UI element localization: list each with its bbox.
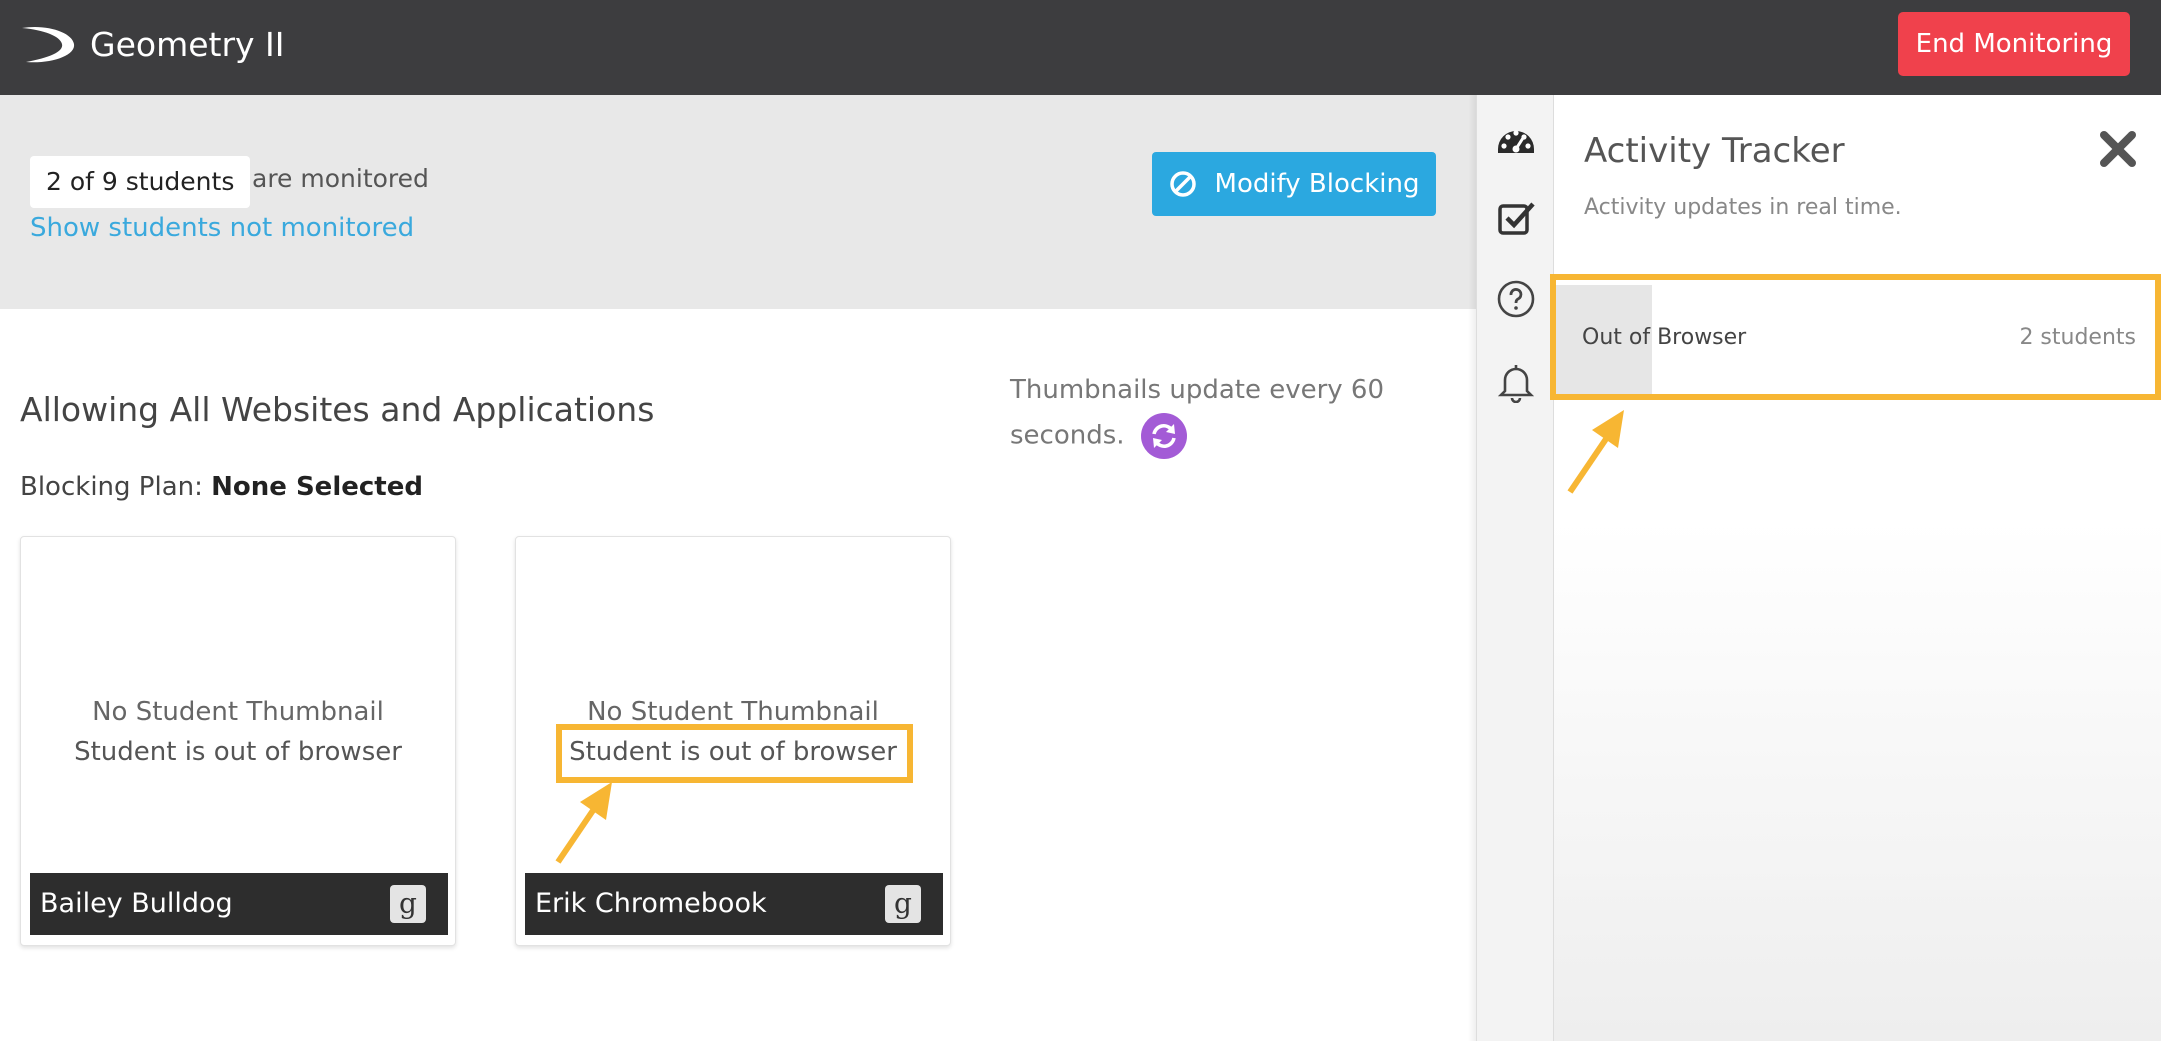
student-card[interactable]: No Student Thumbnail Student is out of b… xyxy=(20,536,456,946)
out-of-browser-text: Student is out of browser xyxy=(74,737,402,767)
modify-blocking-label: Modify Blocking xyxy=(1214,169,1420,199)
panel-title: Activity Tracker xyxy=(1584,131,1845,171)
refresh-icon[interactable] xyxy=(1140,413,1187,459)
thumbnail-placeholder: No Student Thumbnail Student is out of b… xyxy=(21,692,455,772)
close-icon[interactable] xyxy=(2098,129,2138,169)
policy-heading: Allowing All Websites and Applications xyxy=(20,390,655,429)
blocking-plan-line: Blocking Plan: None Selected xyxy=(20,472,423,502)
blocking-plan-value: None Selected xyxy=(211,472,423,502)
top-bar: Geometry II End Monitoring xyxy=(0,0,2161,95)
google-account-icon: g xyxy=(390,885,426,923)
thumbnail-update-text: Thumbnails update every 60 seconds. xyxy=(1010,375,1385,451)
blocking-plan-label: Blocking Plan: xyxy=(20,472,203,502)
highlight-box-panel xyxy=(1550,274,2161,400)
panel-subtitle: Activity updates in real time. xyxy=(1584,195,1902,220)
end-monitoring-button[interactable]: End Monitoring xyxy=(1898,12,2130,76)
logo-swoosh-icon xyxy=(22,26,75,63)
checkbox-icon[interactable] xyxy=(1495,197,1537,239)
block-icon xyxy=(1169,171,1196,197)
student-name-bar: Bailey Bulldog g xyxy=(30,873,448,935)
app-title: Geometry II xyxy=(90,25,285,64)
monitored-count-badge: 2 of 9 students xyxy=(30,156,251,208)
thumbnail-update-note: Thumbnails update every 60 seconds. xyxy=(1010,368,1410,459)
monitored-suffix-text: are monitored xyxy=(252,164,429,193)
bell-icon[interactable] xyxy=(1495,361,1537,403)
dashboard-icon[interactable] xyxy=(1495,119,1537,161)
arrow-icon xyxy=(555,782,612,864)
student-name: Bailey Bulldog xyxy=(40,888,233,919)
student-name-bar: Erik Chromebook g xyxy=(525,873,943,935)
highlight-box-card xyxy=(556,724,913,783)
panel-icon-rail xyxy=(1476,95,1554,1041)
activity-tracker-panel: Activity Tracker Activity updates in rea… xyxy=(1554,95,2161,1041)
show-students-not-monitored-link[interactable]: Show students not monitored xyxy=(30,213,414,243)
help-icon[interactable] xyxy=(1495,278,1537,320)
arrow-icon xyxy=(1567,410,1624,494)
student-name: Erik Chromebook xyxy=(535,888,767,919)
modify-blocking-button[interactable]: Modify Blocking xyxy=(1152,152,1436,216)
no-thumbnail-text: No Student Thumbnail xyxy=(92,697,384,727)
google-account-icon: g xyxy=(885,885,921,923)
